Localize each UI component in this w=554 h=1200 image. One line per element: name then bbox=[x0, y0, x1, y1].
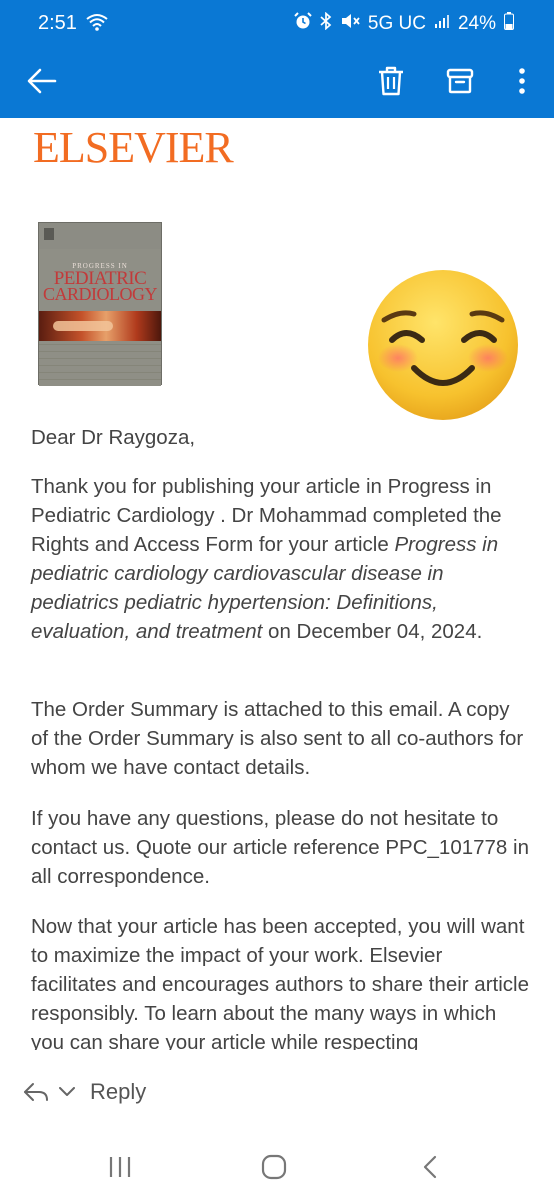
recent-apps-icon[interactable] bbox=[98, 1152, 142, 1182]
smiling-face-emoji bbox=[366, 268, 520, 427]
archive-icon[interactable] bbox=[440, 61, 480, 101]
cover-title-line2: CARDIOLOGY bbox=[43, 284, 158, 304]
email-body: ELSEVIER PROGRESS IN PEDIATRIC CARDIOLOG… bbox=[0, 118, 554, 1050]
cover-hand-shape bbox=[53, 321, 113, 331]
status-icons: 5G UC 24% bbox=[294, 11, 514, 36]
paragraph-3: If you have any questions, please do not… bbox=[31, 807, 529, 888]
chevron-down-icon[interactable] bbox=[56, 1082, 78, 1102]
reply-button[interactable]: Reply bbox=[90, 1079, 146, 1105]
bluetooth-icon bbox=[320, 11, 332, 36]
alarm-icon bbox=[294, 12, 312, 36]
more-vertical-icon[interactable] bbox=[502, 61, 542, 101]
back-arrow-icon[interactable] bbox=[22, 61, 62, 101]
system-nav-bar bbox=[0, 1134, 554, 1200]
network-type: 5G UC bbox=[367, 13, 426, 34]
paragraph-4: Now that your article has been accepted,… bbox=[31, 915, 529, 1050]
greeting: Dear Dr Raygoza, bbox=[31, 426, 196, 449]
signal-icon bbox=[434, 13, 450, 35]
home-icon[interactable] bbox=[252, 1152, 296, 1182]
cover-publisher-logo bbox=[44, 228, 54, 240]
app-bar bbox=[0, 48, 554, 118]
cover-lines bbox=[39, 341, 161, 386]
trash-icon[interactable] bbox=[371, 61, 411, 101]
reply-bar: Reply bbox=[0, 1050, 554, 1134]
status-bar: 2:51 5G UC 24% bbox=[0, 0, 554, 48]
battery-percent: 24% bbox=[457, 13, 496, 34]
status-time: 2:51 bbox=[38, 12, 77, 34]
paragraph-1: Thank you for publishing your article in… bbox=[31, 472, 531, 646]
cover-header bbox=[39, 223, 161, 249]
back-icon[interactable] bbox=[408, 1152, 452, 1182]
paragraph-1-date: on December 04, 2024. bbox=[262, 620, 483, 643]
paragraph-2: The Order Summary is attached to this em… bbox=[31, 698, 524, 779]
journal-cover-image[interactable]: PROGRESS IN PEDIATRIC CARDIOLOGY bbox=[38, 222, 162, 386]
wifi-icon bbox=[86, 13, 108, 36]
mute-icon bbox=[340, 12, 360, 36]
elsevier-logo: ELSEVIER bbox=[33, 123, 234, 172]
reply-arrow-icon[interactable] bbox=[20, 1078, 52, 1106]
battery-icon bbox=[504, 12, 514, 36]
